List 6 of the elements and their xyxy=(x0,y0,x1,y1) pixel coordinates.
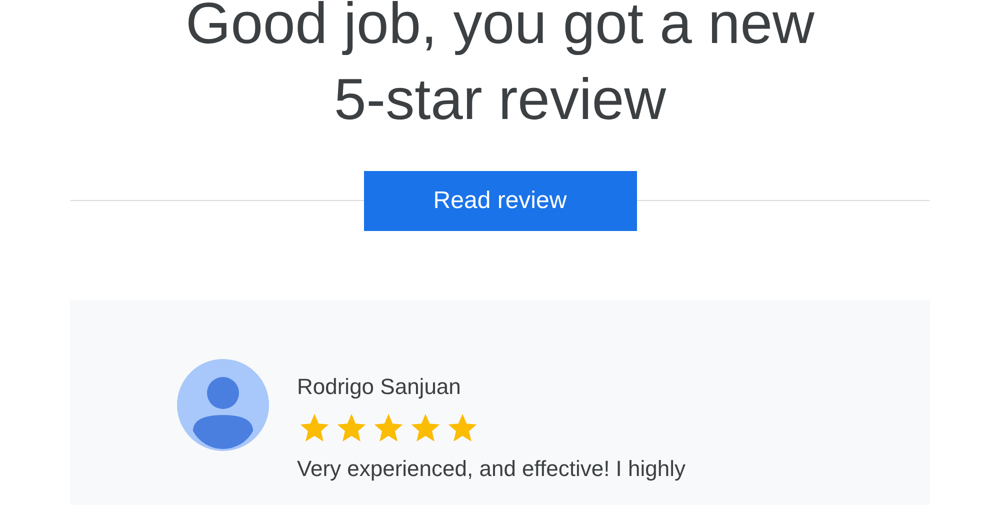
reviewer-name: Rodrigo Sanjuan xyxy=(297,373,462,401)
heading-line: 5-star review xyxy=(334,66,666,134)
avatar-icon xyxy=(177,359,269,451)
review-text: Very experienced, and effective! I highly xyxy=(297,455,686,483)
heading-line: Good job, you got a new xyxy=(186,0,814,58)
read-review-button[interactable]: Read review xyxy=(364,171,636,231)
